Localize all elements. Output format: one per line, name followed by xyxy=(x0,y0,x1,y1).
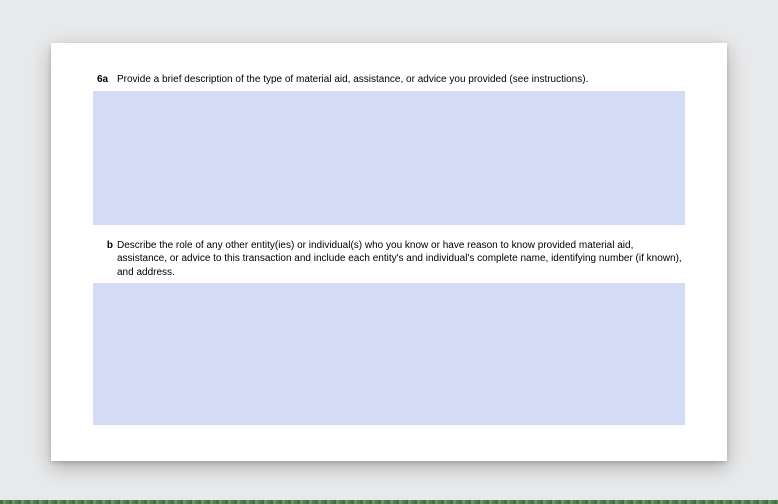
question-6a-line: 6a Provide a brief description of the ty… xyxy=(93,73,685,87)
question-6b-input[interactable] xyxy=(93,283,685,425)
question-6b-block: b Describe the role of any other entity(… xyxy=(93,239,685,426)
question-6b-text: Describe the role of any other entity(ie… xyxy=(117,239,685,280)
question-6b-number: b xyxy=(97,239,117,253)
decorative-bottom-strip xyxy=(0,500,778,504)
form-page: 6a Provide a brief description of the ty… xyxy=(51,43,727,461)
question-6a-input[interactable] xyxy=(93,91,685,225)
question-6a-number: 6a xyxy=(97,73,117,87)
question-6a-text: Provide a brief description of the type … xyxy=(117,73,588,87)
question-6b-line: b Describe the role of any other entity(… xyxy=(93,239,685,280)
question-6a-block: 6a Provide a brief description of the ty… xyxy=(93,73,685,225)
